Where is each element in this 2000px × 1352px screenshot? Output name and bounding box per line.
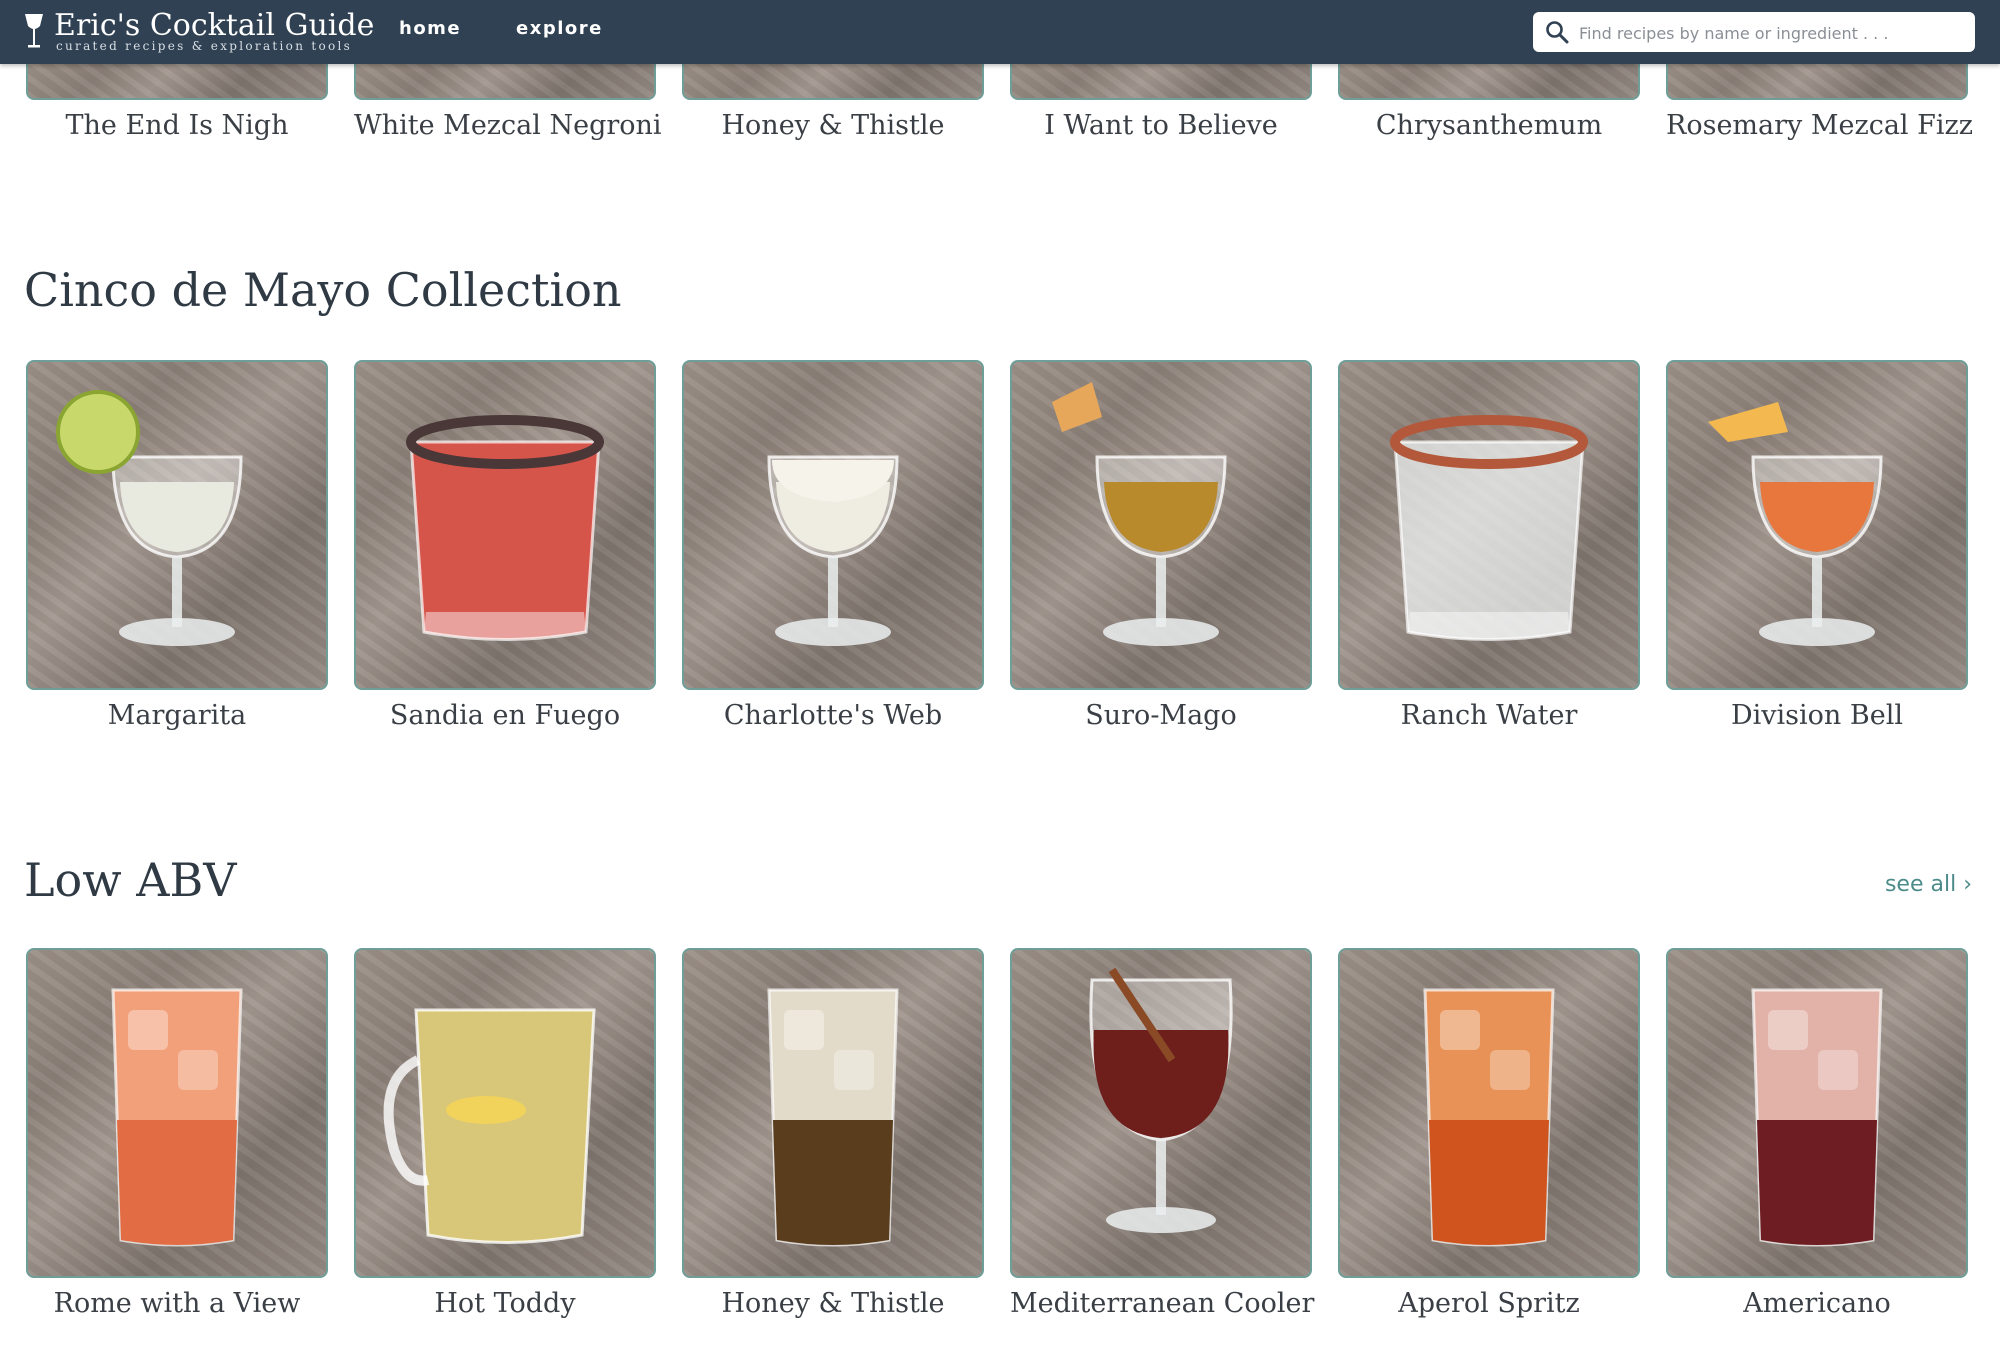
recipe-card[interactable]: Americano <box>1666 948 1968 1319</box>
recipe-photo <box>1338 948 1640 1278</box>
recipe-card[interactable]: Aperol Spritz <box>1338 948 1640 1319</box>
recipe-name: Honey & Thistle <box>721 110 945 141</box>
recipe-card[interactable]: Mediterranean Cooler <box>1010 948 1315 1319</box>
wine-glass-icon <box>1089 967 1233 1233</box>
recipe-photo <box>682 360 984 690</box>
recipe-card[interactable]: White Mezcal Negroni <box>354 62 662 141</box>
recipe-photo <box>1666 62 1968 100</box>
rocks-glass-icon <box>406 415 604 641</box>
recipe-photo <box>354 360 656 690</box>
nav-home-link[interactable]: home <box>399 18 461 39</box>
margarita-glass-icon <box>56 390 243 646</box>
recipe-card[interactable]: Chrysanthemum <box>1338 62 1640 141</box>
recipe-card[interactable]: Division Bell <box>1666 360 1968 731</box>
recipe-name: The End Is Nigh <box>65 110 289 141</box>
recipe-card[interactable]: Honey & Thistle <box>682 948 984 1319</box>
search-icon <box>1546 21 1569 44</box>
collins-glass-icon <box>1423 988 1555 1247</box>
recipe-name: I Want to Believe <box>1044 110 1278 141</box>
recipe-card[interactable]: The End Is Nigh <box>26 62 328 141</box>
coupe-glass-icon <box>1708 402 1883 646</box>
recipe-photo <box>354 948 656 1278</box>
recipe-photo <box>682 62 984 100</box>
rocks-glass-icon <box>1390 415 1588 641</box>
recipe-card[interactable]: Rosemary Mezcal Fizz <box>1666 62 1973 141</box>
recipe-name: Rome with a View <box>53 1288 301 1319</box>
recipe-photo <box>26 948 328 1278</box>
recipe-card[interactable]: Charlotte's Web <box>682 360 984 731</box>
recipe-card[interactable]: Rome with a View <box>26 948 328 1319</box>
recipe-name: Mediterranean Cooler <box>1010 1288 1315 1319</box>
recipe-card[interactable]: Honey & Thistle <box>682 62 984 141</box>
coupe-glass-icon <box>767 455 899 646</box>
recipe-card[interactable]: I Want to Believe <box>1010 62 1312 141</box>
recipe-photo <box>26 360 328 690</box>
recipe-photo <box>1666 948 1968 1278</box>
recipe-card[interactable]: Hot Toddy <box>354 948 656 1319</box>
section-title-cinco-de-mayo: Cinco de Mayo Collection <box>24 263 622 317</box>
top-navbar: Eric's Cocktail Guide curated recipes & … <box>0 0 2000 64</box>
recipe-photo <box>26 62 328 100</box>
site-subtitle: curated recipes & exploration tools <box>56 39 353 53</box>
nav-explore-link[interactable]: explore <box>516 18 603 39</box>
section-title-low-abv: Low ABV <box>24 853 237 907</box>
see-all-label: see all <box>1884 872 1957 897</box>
recipe-name: Margarita <box>107 700 247 731</box>
recipe-name: Rosemary Mezcal Fizz <box>1666 110 1973 141</box>
recipe-name: Ranch Water <box>1400 700 1578 731</box>
mug-icon <box>383 1008 596 1244</box>
recipe-photo <box>1338 360 1640 690</box>
coupe-glass-icon <box>1052 382 1227 646</box>
recipe-card[interactable]: Margarita <box>26 360 328 731</box>
search-box[interactable] <box>1533 12 1975 52</box>
recipe-card[interactable]: Ranch Water <box>1338 360 1640 731</box>
collins-glass-icon <box>1751 988 1883 1247</box>
search-input[interactable] <box>1577 16 1966 50</box>
recipe-photo <box>1338 62 1640 100</box>
recipe-photo <box>1010 360 1312 690</box>
cocktail-glass-icon <box>25 14 43 48</box>
recipe-name: Honey & Thistle <box>721 1288 945 1319</box>
recipe-name: Americano <box>1743 1288 1891 1319</box>
recipe-name: Suro-Mago <box>1085 700 1237 731</box>
collins-glass-icon <box>767 988 899 1247</box>
chevron-right-icon: › <box>1963 872 1972 897</box>
recipe-name: Sandia en Fuego <box>389 700 621 731</box>
recipe-name: Aperol Spritz <box>1398 1288 1580 1319</box>
recipe-name: Hot Toddy <box>434 1288 576 1319</box>
recipe-photo <box>1010 948 1312 1278</box>
recipe-photo <box>682 948 984 1278</box>
recipe-name: Division Bell <box>1731 700 1903 731</box>
recipe-photo <box>1010 62 1312 100</box>
recipe-name: White Mezcal Negroni <box>354 110 662 141</box>
recipe-photo <box>354 62 656 100</box>
recipe-card[interactable]: Sandia en Fuego <box>354 360 656 731</box>
recipe-photo <box>1666 360 1968 690</box>
recipe-card[interactable]: Suro-Mago <box>1010 360 1312 731</box>
see-all-link[interactable]: see all › <box>1885 872 1972 897</box>
recipe-name: Charlotte's Web <box>723 700 943 731</box>
recipe-name: Chrysanthemum <box>1375 110 1603 141</box>
collins-glass-icon <box>111 988 243 1247</box>
